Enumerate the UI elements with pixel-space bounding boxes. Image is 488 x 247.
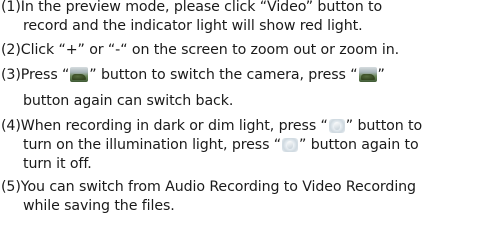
step5-text-1: (5)You can switch from Audio Recording t… <box>1 179 416 195</box>
step2-line1: (2)Click “+” or “-“ on the screen to zoo… <box>1 41 399 59</box>
step4-text-after: ” button to <box>345 118 423 134</box>
step1-line2: record and the indicator light will show… <box>23 17 363 35</box>
step5-line1: (5)You can switch from Audio Recording t… <box>1 178 416 196</box>
step1-line1: (1)In the preview mode, please click “Vi… <box>1 0 382 16</box>
step1-text-2: record and the indicator light will show… <box>23 18 363 34</box>
step4-text2-after: ” button again to <box>299 137 419 153</box>
step3-text-after: ” <box>377 67 385 83</box>
step3-line1: (3)Press “ ” button to switch the camera,… <box>1 66 385 84</box>
illumination-light-icon <box>328 119 345 133</box>
step2-text-1: (2)Click “+” or “-“ on the screen to zoo… <box>1 42 400 58</box>
step3-text-mid: ” button to switch the camera, press “ <box>89 67 358 83</box>
step4-text-before: (4)When recording in dark or dim light, … <box>1 118 328 134</box>
step5-line2: while saving the files. <box>23 197 175 215</box>
step3-text-2: button again can switch back. <box>23 93 234 109</box>
step1-text-1: (1)In the preview mode, please click “Vi… <box>1 0 383 15</box>
step4-line2: turn on the illumination light, press “ ”… <box>23 136 419 154</box>
step4-text2-before: turn on the illumination light, press “ <box>23 137 282 153</box>
camera-switch-icon <box>70 67 89 82</box>
instruction-page: (1)In the preview mode, please click “Vi… <box>0 0 488 247</box>
camera-switch-icon <box>358 67 377 82</box>
step3-line2: button again can switch back. <box>23 92 233 110</box>
step5-text-2: while saving the files. <box>23 198 175 214</box>
illumination-light-icon <box>282 138 299 152</box>
step4-line1: (4)When recording in dark or dim light, … <box>1 117 422 135</box>
step4-line3: turn it off. <box>23 155 92 173</box>
step3-text-before: (3)Press “ <box>1 67 70 83</box>
step4-text-3: turn it off. <box>23 156 92 172</box>
